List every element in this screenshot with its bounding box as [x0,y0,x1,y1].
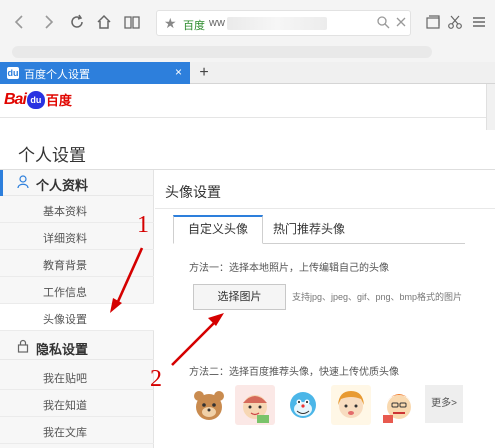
sidebar-section-label: 隐私设置 [36,342,89,357]
url-text: ww [209,17,225,29]
user-icon [17,175,29,192]
method2-text: 方法二：选择百度推荐头像，快速上传优质头像 [189,367,399,378]
sidebar-item-label: 我在文库 [43,427,87,439]
tab-strip: du 百度个人设置 × + [0,62,495,84]
format-hint: 支持jpg、jpeg、gif、png、bmp格式的图片 [292,292,463,302]
sidebar-section-privacy[interactable]: 隐私设置 [0,334,154,360]
sidebar-item-education[interactable]: 教育背景 [0,250,154,277]
sidebar-item-avatar[interactable]: 头像设置 [0,304,154,331]
avatar-option[interactable] [283,385,323,425]
home-icon[interactable] [91,9,117,35]
sidebar-item-work[interactable]: 工作信息 [0,277,154,304]
menu-icon[interactable] [466,9,492,35]
sidebar-item-detail[interactable]: 详细资料 [0,223,154,250]
avatar-option[interactable] [379,385,419,425]
sidebar: 个人资料 基本资料 详细资料 教育背景 工作信息 头像设置 隐私设置 我在贴吧 … [0,170,154,448]
close-icon[interactable]: × [175,65,182,79]
back-icon[interactable] [6,9,32,35]
section-title: 头像设置 [165,184,221,200]
sidebar-section-label: 个人资料 [36,178,89,193]
new-tab-button[interactable]: + [195,62,213,84]
sidebar-item-label: 基本资料 [43,206,87,218]
sidebar-item-label: 工作信息 [43,287,87,299]
sidebar-item-basic[interactable]: 基本资料 [0,196,154,223]
bookmark-bar-redacted [12,46,432,58]
tab-custom-avatar[interactable]: 自定义头像 [173,215,263,244]
site-header: Bai du 百度 [0,84,495,118]
choose-image-button[interactable]: 选择图片 [193,284,286,310]
browser-toolbar: ★ 百度 ww [0,0,495,44]
sidebar-item-label: 教育背景 [43,260,87,272]
sidebar-item-label: 详细资料 [43,233,87,245]
sidebar-section-profile[interactable]: 个人资料 [0,170,154,196]
tab-recommended-avatar[interactable]: 热门推荐头像 [273,220,345,237]
method1-text: 方法一：选择本地照片，上传编辑自己的头像 [189,263,389,274]
cut-icon[interactable] [442,9,468,35]
page-title-bar: 个人设置 [0,130,495,170]
refresh-icon[interactable] [64,9,90,35]
star-icon[interactable]: ★ [164,15,177,32]
page-title: 个人设置 [18,146,86,165]
url-redacted [227,17,327,30]
lock-icon [17,339,29,356]
sidebar-item-zhidao[interactable]: 我在知道 [0,390,154,417]
divider [155,208,495,209]
logo-bai: Bai [4,90,27,108]
bookmark-bar [0,44,495,62]
sidebar-item-label: 我在贴吧 [43,373,87,385]
reader-icon[interactable] [119,9,145,35]
avatar-option[interactable] [189,385,229,425]
sidebar-item-label: 头像设置 [43,314,87,326]
sidebar-item-wenku[interactable]: 我在文库 [0,417,154,444]
baidu-logo[interactable]: Bai du 百度 [4,90,72,109]
main-content: 头像设置 自定义头像 热门推荐头像 方法一：选择本地照片，上传编辑自己的头像 选… [155,170,495,448]
clear-icon[interactable] [388,9,414,35]
tab-title: 百度个人设置 [24,69,90,81]
sidebar-item-tieba[interactable]: 我在贴吧 [0,363,154,390]
avatar-option[interactable] [331,385,371,425]
more-avatars-button[interactable]: 更多> [425,385,463,423]
forward-icon[interactable] [36,9,62,35]
logo-cn: 百度 [45,93,72,108]
avatar-option[interactable] [235,385,275,425]
site-label: 百度 [183,20,205,32]
sidebar-item-label: 我在知道 [43,400,87,412]
baidu-favicon-icon: du [7,67,19,79]
tab-baidu-settings[interactable]: du 百度个人设置 × [0,62,190,84]
logo-paw-icon: du [26,90,45,109]
